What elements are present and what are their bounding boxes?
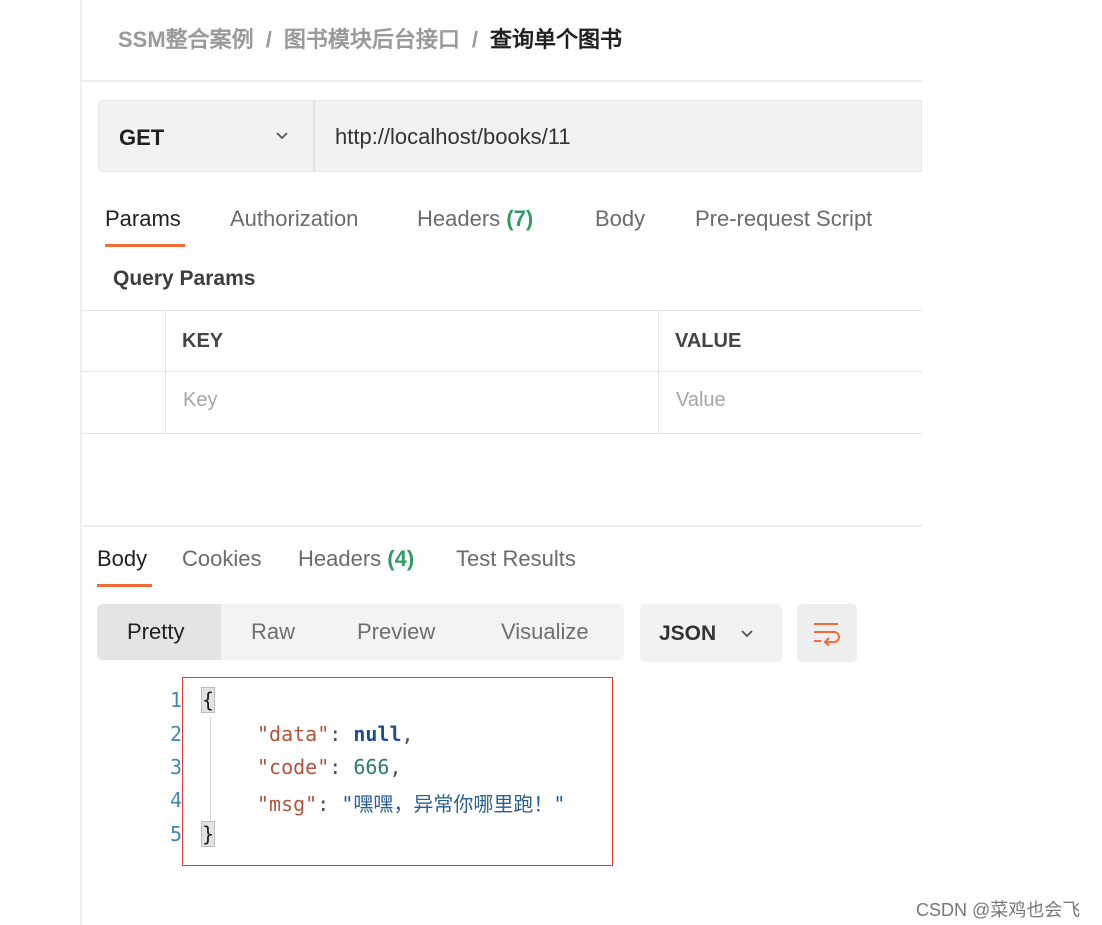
watermark: CSDN @菜鸡也会飞 [916, 900, 1081, 920]
tab-response-headers-label: Headers [298, 546, 382, 571]
breadcrumb: SSM整合案例 / 图书模块后台接口 / 查询单个图书 [118, 22, 622, 54]
header-divider [82, 80, 922, 82]
breadcrumb-item-folder[interactable]: 图书模块后台接口 [284, 27, 460, 52]
breadcrumb-item-collection[interactable]: SSM整合案例 [118, 27, 254, 52]
request-bar: GET http://localhost/books/11 [98, 100, 922, 172]
line-number: 4 [169, 788, 182, 812]
method-label: GET [119, 125, 165, 150]
tab-headers-label: Headers [417, 206, 501, 231]
tab-body[interactable]: Body [595, 206, 645, 232]
view-mode-preview[interactable]: Preview [357, 619, 435, 645]
table-border-bottom [82, 433, 922, 434]
response-headers-count-badge: (4) [387, 546, 415, 571]
tab-response-body[interactable]: Body [97, 546, 147, 572]
left-border [80, 0, 82, 925]
line-number: 1 [169, 688, 182, 712]
tab-pre-request-script[interactable]: Pre-request Script [695, 206, 872, 232]
key-input[interactable]: Key [183, 389, 217, 412]
wrap-lines-icon [814, 623, 840, 646]
breadcrumb-separator: / [265, 27, 272, 52]
view-mode-toggle: Pretty Raw Preview Visualize [97, 604, 624, 660]
line-number: 5 [169, 822, 182, 846]
view-mode-raw[interactable]: Raw [251, 619, 295, 645]
column-header-value: VALUE [675, 330, 742, 352]
line-number: 3 [169, 755, 182, 779]
table-col-divider [165, 310, 166, 434]
tab-test-results[interactable]: Test Results [456, 546, 576, 572]
breadcrumb-separator: / [471, 27, 478, 52]
tab-response-body-underline [97, 584, 152, 587]
line-number: 2 [169, 722, 182, 746]
breadcrumb-item-request[interactable]: 查询单个图书 [490, 27, 622, 52]
column-header-key: KEY [182, 330, 224, 352]
tab-response-headers[interactable]: Headers (4) [298, 546, 414, 572]
table-col-divider [658, 310, 659, 434]
tab-params[interactable]: Params [105, 206, 181, 232]
wrap-lines-button[interactable] [797, 604, 857, 662]
table-row-divider [82, 371, 922, 372]
query-params-table: KEY VALUE Key Value [82, 310, 922, 434]
method-select[interactable]: GET [99, 101, 315, 171]
tab-cookies[interactable]: Cookies [182, 546, 261, 572]
response-divider[interactable] [82, 525, 922, 527]
format-select[interactable]: JSON [640, 604, 782, 662]
tab-params-underline [105, 244, 185, 247]
chevron-down-icon [276, 132, 288, 140]
view-mode-pretty[interactable]: Pretty [127, 619, 184, 645]
value-input[interactable]: Value [676, 389, 726, 412]
chevron-down-icon [741, 630, 753, 638]
format-label: JSON [659, 622, 717, 645]
highlight-annotation-box [182, 677, 613, 866]
view-mode-visualize[interactable]: Visualize [501, 619, 589, 645]
query-params-title: Query Params [113, 267, 256, 290]
tab-authorization[interactable]: Authorization [230, 206, 358, 232]
url-input[interactable]: http://localhost/books/11 [335, 124, 571, 150]
headers-count-badge: (7) [506, 206, 534, 231]
table-border-top [82, 310, 922, 311]
tab-headers[interactable]: Headers (7) [417, 206, 533, 232]
